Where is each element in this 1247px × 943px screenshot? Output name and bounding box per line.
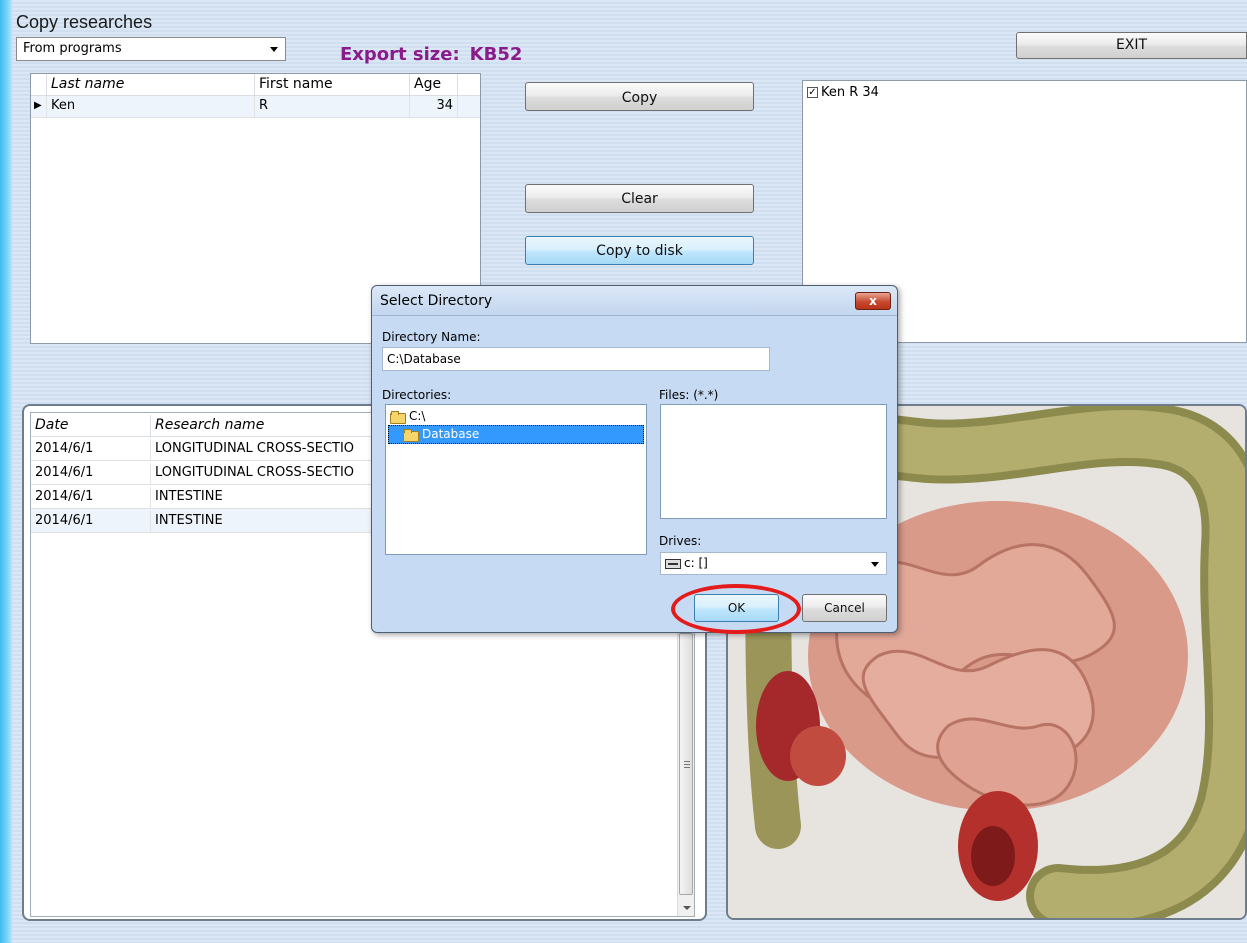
export-size: Export size: KB52 xyxy=(340,44,522,65)
copy-to-disk-button[interactable]: Copy to disk xyxy=(525,236,754,265)
grip-line xyxy=(684,761,690,762)
cancel-button[interactable]: Cancel xyxy=(802,594,887,622)
column-header-first-name[interactable]: First name xyxy=(255,74,410,95)
column-header-date[interactable]: Date xyxy=(31,415,151,436)
directory-item-label: Database xyxy=(422,427,480,441)
directory-item-label: C:\ xyxy=(409,409,426,423)
column-header-last-name[interactable]: Last name xyxy=(47,74,255,95)
drive-value: c: [] xyxy=(684,556,708,570)
export-size-label: Export size: xyxy=(340,44,460,65)
window-edge xyxy=(0,0,12,943)
source-combo-value: From programs xyxy=(23,41,122,56)
dialog-title: Select Directory xyxy=(372,286,897,316)
highlight-ring xyxy=(671,584,801,634)
grip-line xyxy=(684,764,690,765)
cell-age: 34 xyxy=(410,96,458,117)
list-item-label: Ken R 34 xyxy=(821,85,879,100)
grip-line xyxy=(684,767,690,768)
column-header-age[interactable]: Age xyxy=(410,74,458,95)
files-label: Files: (*.*) xyxy=(659,388,719,402)
directory-name-field[interactable]: C:\Database xyxy=(382,347,770,371)
scroll-down-arrow-icon[interactable] xyxy=(683,906,691,910)
directory-name-label-text: Directory Name: xyxy=(382,330,481,344)
page-title: Copy researches xyxy=(16,12,153,32)
cell-date: 2014/6/1 xyxy=(31,511,151,532)
cell-date: 2014/6/1 xyxy=(31,463,151,484)
list-item[interactable]: ✓ Ken R 34 xyxy=(807,85,1242,100)
directories-label: Directories: xyxy=(382,388,452,402)
source-combo[interactable]: From programs xyxy=(16,37,286,61)
scrollbar-thumb[interactable] xyxy=(679,633,693,895)
chevron-down-icon[interactable] xyxy=(871,562,879,567)
export-size-value: KB52 xyxy=(469,44,523,65)
patients-grid-header: Last name First name Age xyxy=(31,74,480,96)
directories-list[interactable]: C:\ Database xyxy=(385,404,647,555)
drives-select[interactable]: c: [] xyxy=(660,552,887,575)
drive-icon xyxy=(665,558,681,569)
cell-date: 2014/6/1 xyxy=(31,487,151,508)
cell-last-name: Ken xyxy=(47,96,255,117)
checkbox-checked-icon[interactable]: ✓ xyxy=(807,87,818,98)
list-item[interactable]: C:\ xyxy=(388,407,644,425)
clear-button[interactable]: Clear xyxy=(525,184,754,213)
cell-first-name: R xyxy=(255,96,410,117)
drives-label: Drives: xyxy=(659,534,702,548)
row-pointer-icon: ▶ xyxy=(31,96,47,117)
copy-button[interactable]: Copy xyxy=(525,82,754,111)
folder-open-icon xyxy=(403,429,419,442)
chevron-down-icon[interactable] xyxy=(270,47,278,52)
close-icon[interactable]: x xyxy=(855,292,891,310)
list-item[interactable]: Database xyxy=(388,425,644,444)
table-row[interactable]: ▶ Ken R 34 xyxy=(31,96,480,118)
exit-button[interactable]: EXIT xyxy=(1016,32,1247,59)
select-directory-dialog: Select Directory x Directory Name: C:\Da… xyxy=(371,285,898,633)
cell-date: 2014/6/1 xyxy=(31,439,151,460)
indicator-header xyxy=(31,74,47,95)
folder-open-icon xyxy=(390,411,406,424)
directory-name-label: Directory Name: xyxy=(382,330,481,344)
files-list[interactable] xyxy=(660,404,887,519)
